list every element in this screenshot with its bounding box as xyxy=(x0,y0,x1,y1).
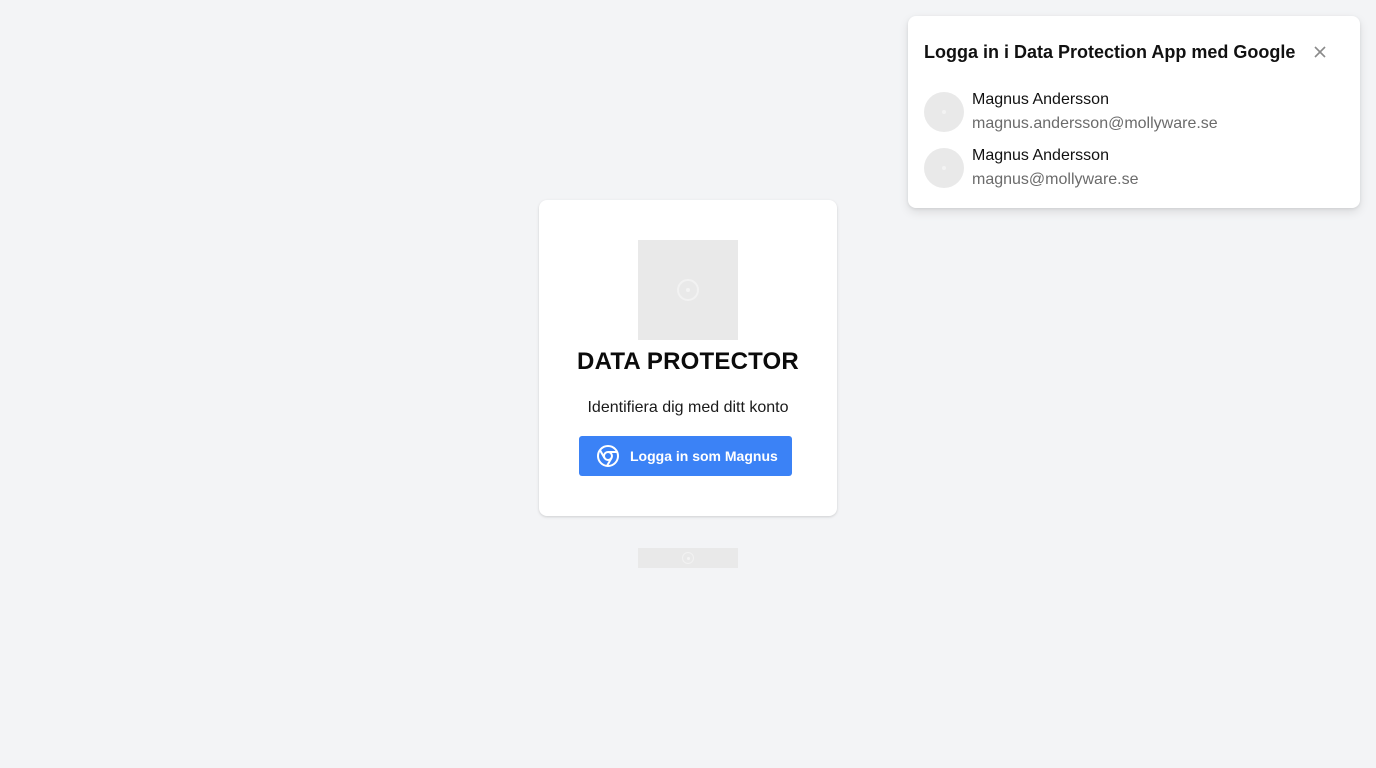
close-popup-button[interactable] xyxy=(1308,40,1332,64)
login-subtitle: Identifiera dig med ditt konto xyxy=(587,399,789,416)
app-logo xyxy=(638,240,738,340)
image-placeholder-icon xyxy=(682,552,694,564)
account-name: Magnus Andersson xyxy=(972,91,1109,108)
signin-as-magnus-button[interactable]: Logga in som Magnus xyxy=(579,436,792,476)
popup-title: Logga in i Data Protection App med Googl… xyxy=(924,42,1296,62)
google-chrome-icon xyxy=(597,445,619,467)
avatar xyxy=(924,148,964,188)
account-email: magnus@mollyware.se xyxy=(972,171,1139,188)
signin-button-label: Logga in som Magnus xyxy=(630,448,778,464)
account-name: Magnus Andersson xyxy=(972,147,1109,164)
account-email: magnus.andersson@mollyware.se xyxy=(972,115,1218,132)
close-icon xyxy=(1314,46,1326,58)
avatar xyxy=(924,92,964,132)
image-placeholder-icon xyxy=(677,279,699,301)
google-signin-popup: Logga in i Data Protection App med Googl… xyxy=(908,16,1360,208)
account-option[interactable]: Magnus Andersson magnus@mollyware.se xyxy=(924,146,1344,198)
login-card: DATA PROTECTOR Identifiera dig med ditt … xyxy=(539,200,837,516)
footer-logo xyxy=(638,548,738,568)
app-title: DATA PROTECTOR xyxy=(577,348,799,375)
account-option[interactable]: Magnus Andersson magnus.andersson@mollyw… xyxy=(924,90,1344,142)
